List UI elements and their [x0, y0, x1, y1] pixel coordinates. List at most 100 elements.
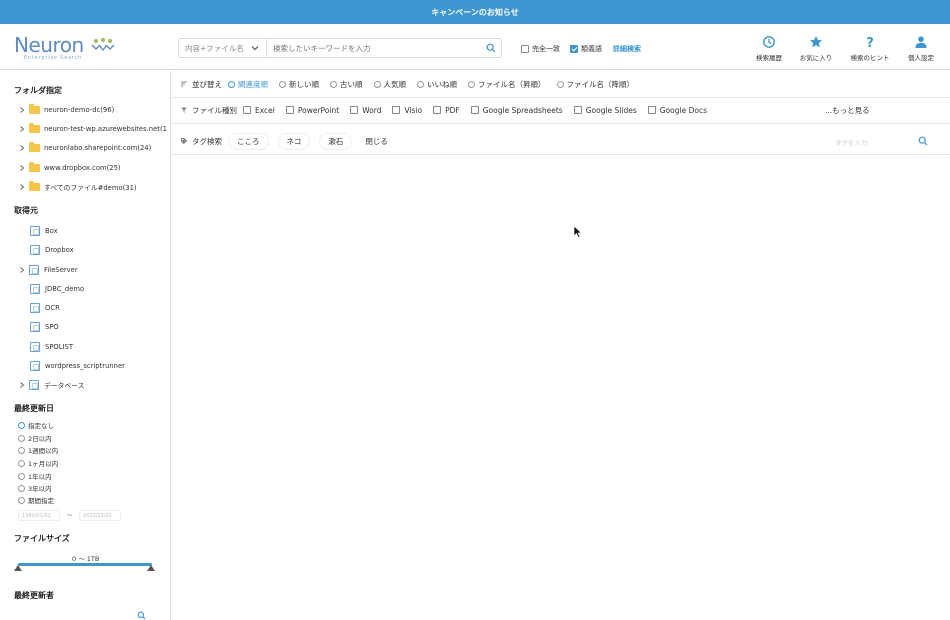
- tag-chip[interactable]: 漱石: [319, 132, 353, 150]
- source-item[interactable]: Box: [30, 225, 58, 237]
- radio-button[interactable]: [228, 80, 235, 88]
- radio-button[interactable]: [417, 80, 424, 88]
- folder-item[interactable]: www.dropbox.com(25): [18, 162, 121, 174]
- source-item[interactable]: OCR: [30, 302, 60, 314]
- radio-button[interactable]: [18, 496, 25, 504]
- sort-option-oldest[interactable]: 古い順: [330, 79, 363, 90]
- exact-match-box[interactable]: [521, 45, 529, 53]
- radio-button[interactable]: [18, 472, 25, 480]
- chevron-right-icon[interactable]: [18, 183, 26, 191]
- chevron-right-icon[interactable]: [18, 266, 26, 274]
- chevron-right-icon[interactable]: [18, 106, 26, 114]
- filetype-more-link[interactable]: ...もっと見る: [825, 105, 870, 116]
- filetype-google-slides[interactable]: Google Slides: [573, 106, 637, 115]
- checkbox[interactable]: [470, 106, 479, 114]
- filetype-google-docs[interactable]: Google Docs: [647, 106, 707, 115]
- checkbox[interactable]: [285, 106, 294, 114]
- neuron-logo[interactable]: Neuron Enterprise Search: [14, 35, 124, 61]
- personal-settings-button[interactable]: 個人設定: [896, 35, 946, 62]
- source-checkbox[interactable]: [30, 245, 40, 255]
- checkbox[interactable]: [647, 106, 656, 114]
- sort-option-relevance[interactable]: 関連度順: [228, 79, 268, 90]
- updated-option[interactable]: 1ヶ月以内: [18, 458, 58, 468]
- updated-option[interactable]: 3年以内: [18, 483, 52, 493]
- source-checkbox[interactable]: [30, 322, 40, 332]
- source-checkbox[interactable]: [30, 226, 40, 236]
- sort-option-likes[interactable]: いいね順: [417, 79, 457, 90]
- synonyms-checkbox[interactable]: 類義語: [570, 44, 602, 54]
- date-from-input[interactable]: 1980/01/01: [18, 510, 60, 521]
- updated-option[interactable]: 2日以内: [18, 433, 52, 443]
- updated-option[interactable]: 1年以内: [18, 471, 52, 481]
- source-item[interactable]: SPOLIST: [30, 341, 73, 353]
- folder-item[interactable]: neuron-demo-dc(96): [18, 104, 114, 116]
- source-checkbox[interactable]: [29, 380, 39, 390]
- search-hints-button[interactable]: ? 検索のヒント: [845, 35, 895, 62]
- radio-button[interactable]: [18, 434, 25, 442]
- checkbox[interactable]: [243, 106, 251, 114]
- search-icon[interactable]: [918, 136, 928, 146]
- source-item[interactable]: SPO: [30, 321, 59, 333]
- filesize-slider-track[interactable]: [18, 563, 152, 566]
- radio-button[interactable]: [18, 459, 25, 467]
- advanced-search-link[interactable]: 詳細検索: [613, 44, 641, 54]
- search-button[interactable]: [481, 39, 501, 57]
- source-item[interactable]: Dropbox: [30, 244, 74, 256]
- source-checkbox[interactable]: [30, 342, 40, 352]
- filetype-visio[interactable]: Visio: [392, 106, 422, 115]
- search-input[interactable]: [267, 39, 481, 57]
- folder-item[interactable]: すべてのファイル#demo(31): [18, 181, 137, 193]
- source-checkbox[interactable]: [30, 303, 40, 313]
- radio-button[interactable]: [330, 80, 337, 88]
- checkbox[interactable]: [573, 106, 582, 114]
- filetype-pdf[interactable]: PDF: [433, 106, 460, 115]
- updated-option[interactable]: 期間指定: [18, 495, 54, 505]
- radio-button[interactable]: [18, 484, 25, 492]
- source-item[interactable]: JDBC_demo: [30, 283, 84, 295]
- checkbox[interactable]: [350, 106, 359, 114]
- filetype-word[interactable]: Word: [350, 106, 381, 115]
- chevron-right-icon[interactable]: [18, 125, 26, 133]
- checkbox[interactable]: [433, 106, 442, 114]
- tag-chip[interactable]: ネコ: [277, 132, 311, 150]
- filetype-powerpoint[interactable]: PowerPoint: [285, 106, 339, 115]
- folder-item[interactable]: neuron-test-wp.azurewebsites.net(1: [18, 123, 167, 135]
- exact-match-checkbox[interactable]: 完全一致: [521, 44, 560, 54]
- search-scope-select[interactable]: 内容+ファイル名: [179, 39, 267, 57]
- radio-button[interactable]: [468, 80, 475, 88]
- filesize-slider-min-handle[interactable]: [14, 565, 22, 571]
- sort-option-newest[interactable]: 新しい順: [279, 79, 319, 90]
- radio-button[interactable]: [279, 80, 286, 88]
- campaign-banner[interactable]: キャンペーンのお知らせ: [0, 0, 950, 24]
- search-icon[interactable]: [137, 611, 146, 620]
- updated-option[interactable]: 1週間以内: [18, 445, 58, 455]
- sort-option-popular[interactable]: 人気順: [373, 79, 406, 90]
- radio-button[interactable]: [18, 446, 25, 454]
- sort-option-name-desc[interactable]: ファイル名（降順）: [556, 79, 634, 90]
- updater-input[interactable]: [18, 609, 150, 620]
- folder-item[interactable]: neuronlabo.sharepoint.com(24): [18, 142, 151, 154]
- filesize-slider-max-handle[interactable]: [147, 565, 155, 571]
- date-to-input[interactable]: 2023/11/01: [79, 510, 122, 521]
- tag-chip[interactable]: こころ: [228, 132, 269, 150]
- source-item[interactable]: wordpress_scriptrunner: [30, 360, 125, 372]
- favorites-button[interactable]: お気に入り: [791, 35, 841, 62]
- checkbox[interactable]: [392, 106, 401, 114]
- source-item[interactable]: データベース: [18, 379, 84, 391]
- chevron-right-icon[interactable]: [18, 164, 26, 172]
- filetype-excel[interactable]: Excel: [243, 106, 275, 115]
- sort-option-name-asc[interactable]: ファイル名（昇順）: [468, 79, 546, 90]
- tag-close-button[interactable]: 閉じる: [365, 136, 388, 147]
- source-checkbox[interactable]: [30, 361, 40, 371]
- source-checkbox[interactable]: [29, 265, 39, 275]
- source-item[interactable]: FileServer: [18, 264, 78, 276]
- chevron-right-icon[interactable]: [18, 381, 26, 389]
- synonyms-box[interactable]: [570, 45, 578, 53]
- updated-option[interactable]: 指定なし: [18, 420, 54, 430]
- filetype-google-spreadsheets[interactable]: Google Spreadsheets: [470, 106, 563, 115]
- radio-button[interactable]: [556, 80, 564, 88]
- search-history-button[interactable]: 検索履歴: [744, 35, 794, 62]
- source-checkbox[interactable]: [30, 284, 40, 294]
- radio-button[interactable]: [373, 80, 381, 88]
- radio-button[interactable]: [18, 421, 25, 429]
